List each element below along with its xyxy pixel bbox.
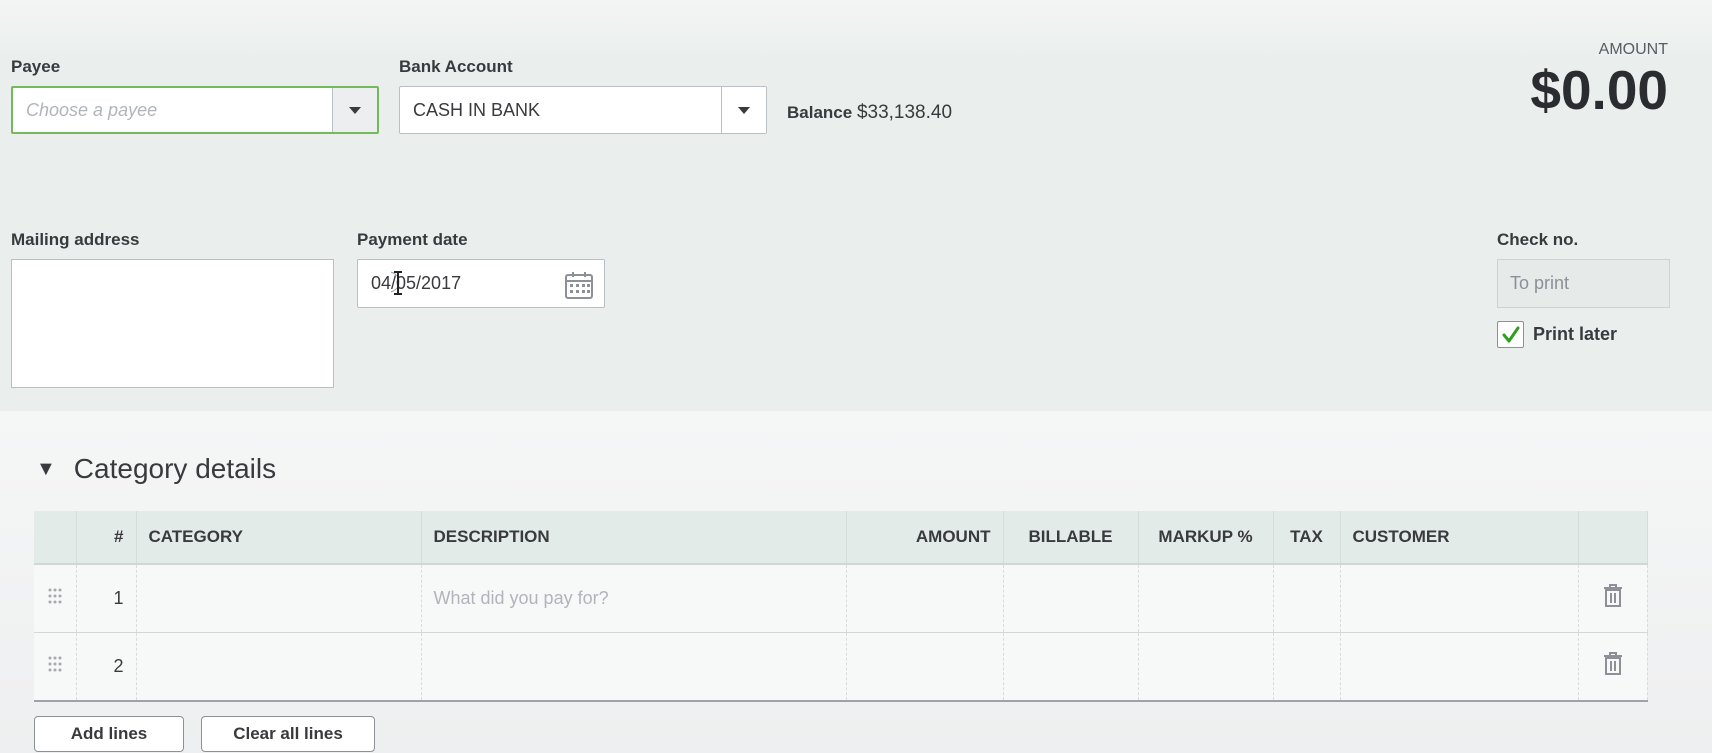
chevron-down-icon [738,106,750,114]
category-details-title: Category details [73,453,277,484]
column-header-actions [1578,511,1648,565]
table-row[interactable]: 2 [34,632,1648,702]
checkbox[interactable] [1497,321,1524,348]
payment-date-value: 04/05/2017 [371,273,462,293]
bank-account-select[interactable]: CASH IN BANK [399,86,767,134]
column-header-handle [34,511,77,565]
customer-cell[interactable] [1340,564,1579,633]
column-header-category: CATEGORY [136,511,422,565]
column-header-tax: TAX [1273,511,1341,565]
row-number: 1 [76,564,137,633]
check-no-label: Check no. [1497,230,1579,249]
calendar-icon[interactable] [564,270,594,305]
trash-icon[interactable] [1578,564,1648,633]
description-cell[interactable] [421,632,847,702]
table-header-row: # CATEGORY DESCRIPTION AMOUNT BILLABLE M… [34,511,1648,565]
checkmark-icon [1502,326,1519,342]
amount-label: AMOUNT [1598,41,1668,58]
balance-display: Balance $33,138.40 [787,102,952,124]
row-number: 2 [76,632,137,702]
clear-all-lines-button[interactable]: Clear all lines [201,716,375,752]
category-details-table: # CATEGORY DESCRIPTION AMOUNT BILLABLE M… [34,511,1648,702]
category-details-toggle[interactable]: ▼ Category details [36,453,276,485]
amount-value: $0.00 [1530,59,1668,121]
category-cell[interactable] [136,564,422,633]
table-row[interactable]: 1 What did you pay for? [34,564,1648,633]
amount-cell[interactable] [846,564,1004,633]
column-header-number: # [76,511,137,565]
drag-handle-icon[interactable] [34,632,77,702]
billable-cell[interactable] [1003,632,1139,702]
drag-handle-icon[interactable] [34,564,77,633]
column-header-description: DESCRIPTION [421,511,847,565]
payee-label: Payee [11,57,61,76]
payment-date-label: Payment date [357,230,468,249]
mailing-address-field[interactable] [11,259,334,388]
check-no-field[interactable]: To print [1497,259,1670,308]
column-header-markup: MARKUP % [1138,511,1274,565]
markup-cell[interactable] [1138,632,1274,702]
bank-account-value: CASH IN BANK [413,100,541,120]
balance-value: $33,138.40 [856,102,953,123]
bank-account-label: Bank Account [399,57,513,76]
tax-cell[interactable] [1273,632,1341,702]
tax-cell[interactable] [1273,564,1341,633]
payee-dropdown-button[interactable] [332,88,377,132]
markup-cell[interactable] [1138,564,1274,633]
column-header-customer: CUSTOMER [1340,511,1579,565]
check-no-placeholder: To print [1510,273,1570,293]
collapse-triangle-icon: ▼ [36,457,56,480]
column-header-billable: BILLABLE [1003,511,1139,565]
add-lines-button[interactable]: Add lines [34,716,184,752]
text-cursor-icon [378,270,405,301]
chevron-down-icon [349,106,361,114]
payee-placeholder: Choose a payee [26,100,158,120]
trash-icon[interactable] [1578,632,1648,702]
category-cell[interactable] [136,632,422,702]
balance-label: Balance [787,103,853,122]
print-later-label: Print later [1533,324,1618,344]
billable-cell[interactable] [1003,564,1139,633]
bank-account-dropdown-button[interactable] [721,87,766,133]
amount-cell[interactable] [846,632,1004,702]
description-cell[interactable]: What did you pay for? [421,564,847,633]
customer-cell[interactable] [1340,632,1579,702]
mailing-address-label: Mailing address [11,230,140,249]
column-header-amount: AMOUNT [846,511,1004,565]
payee-select[interactable]: Choose a payee [11,86,379,134]
print-later-checkbox[interactable]: Print later [1497,321,1617,348]
